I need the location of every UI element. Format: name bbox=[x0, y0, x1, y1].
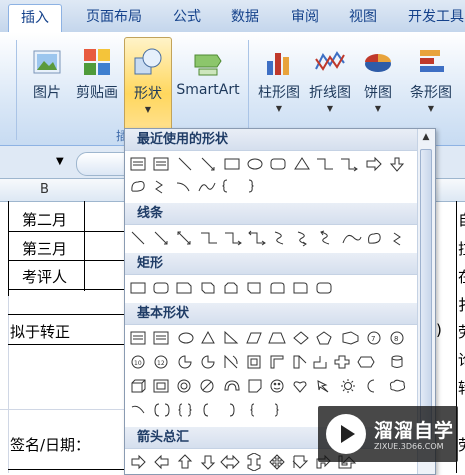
cell-right[interactable]: 自 bbox=[458, 209, 465, 230]
watermark-url: ZIXUE.3D66.COM bbox=[374, 442, 444, 451]
lines-row bbox=[129, 229, 419, 251]
shapes-button-label: 形状 bbox=[134, 86, 162, 102]
cell-border bbox=[8, 314, 128, 315]
picture-button-label: 图片 bbox=[33, 85, 61, 101]
column-chart-icon bbox=[267, 53, 289, 75]
clipart-button[interactable]: 剪贴画 bbox=[72, 37, 122, 132]
scroll-up-icon[interactable]: ▲ bbox=[420, 132, 432, 144]
line-chart-button[interactable]: 折线图 ▼ bbox=[306, 37, 354, 132]
cell-planned-confirmation[interactable]: 拟于转正 bbox=[10, 321, 70, 342]
basic-shapes-row: 7 8 bbox=[129, 329, 419, 351]
smartart-button[interactable]: SmartArt bbox=[174, 37, 242, 132]
smartart-icon bbox=[194, 54, 222, 76]
cell-border bbox=[8, 469, 128, 470]
cell-signature-date[interactable]: 签名/日期： bbox=[10, 434, 90, 455]
tab-data[interactable]: 数据 bbox=[222, 4, 268, 32]
cell-border bbox=[8, 201, 9, 296]
tab-formulas[interactable]: 公式 bbox=[164, 4, 210, 32]
picture-button[interactable]: 图片 bbox=[24, 37, 70, 132]
gridline bbox=[0, 409, 124, 410]
ribbon-tab-bar: 插入 页面布局 公式 数据 审阅 视图 开发工具 bbox=[0, 0, 465, 33]
recent-shapes-row bbox=[129, 177, 419, 199]
section-recent-shapes: 最近使用的形状 bbox=[125, 129, 417, 151]
cell-right[interactable]: 扌 bbox=[458, 294, 465, 315]
recent-shapes-row bbox=[129, 155, 419, 177]
cell-month-3[interactable]: 第三月 bbox=[22, 238, 67, 259]
rectangles-row bbox=[129, 279, 419, 301]
chevron-down-icon: ▼ bbox=[427, 104, 435, 113]
pie-chart-icon bbox=[365, 54, 391, 72]
chevron-down-icon: ▼ bbox=[326, 104, 334, 113]
cell-border bbox=[8, 344, 128, 345]
basic-shapes-row bbox=[129, 377, 419, 399]
shapes-button[interactable]: 形状 ▼ bbox=[124, 37, 172, 132]
section-basic-shapes: 基本形状 bbox=[125, 303, 417, 325]
cell-right[interactable]: 论 bbox=[458, 349, 465, 370]
clipart-button-label: 剪贴画 bbox=[76, 85, 118, 101]
section-rectangles: 矩形 bbox=[125, 253, 417, 275]
cell-month-2[interactable]: 第二月 bbox=[22, 209, 67, 230]
cell-right[interactable]: 拉 bbox=[458, 238, 465, 259]
watermark: 溜溜自学 ZIXUE.3D66.COM bbox=[318, 406, 458, 462]
line-chart-button-label: 折线图 bbox=[309, 85, 351, 101]
group-separator bbox=[16, 40, 17, 140]
tab-page-layout[interactable]: 页面布局 bbox=[76, 4, 152, 32]
cell-right[interactable]: 劳 bbox=[458, 434, 465, 455]
column-chart-button-label: 柱形图 bbox=[258, 85, 300, 101]
bar-chart-button[interactable]: 条形图 ▼ bbox=[404, 37, 458, 132]
chevron-down-icon: ▼ bbox=[275, 104, 283, 113]
cell-border bbox=[84, 201, 85, 291]
cell-right[interactable]: 在 bbox=[458, 266, 465, 287]
chevron-down-icon: ▼ bbox=[374, 104, 382, 113]
tab-insert[interactable]: 插入 bbox=[8, 4, 62, 33]
cell-paren: ) bbox=[436, 321, 442, 339]
svg-text:10: 10 bbox=[134, 360, 142, 367]
chevron-down-icon: ▼ bbox=[144, 105, 152, 114]
pie-chart-button[interactable]: 饼图 ▼ bbox=[356, 37, 400, 132]
clipart-icon bbox=[84, 49, 110, 75]
watermark-title: 溜溜自学 bbox=[374, 420, 455, 442]
pie-chart-button-label: 饼图 bbox=[364, 85, 392, 101]
column-chart-button[interactable]: 柱形图 ▼ bbox=[254, 37, 304, 132]
tab-view[interactable]: 视图 bbox=[340, 4, 386, 32]
cell-right[interactable]: 转 bbox=[458, 377, 465, 398]
shapes-icon bbox=[134, 48, 162, 75]
cell-evaluator[interactable]: 考评人 bbox=[22, 266, 67, 287]
section-lines: 线条 bbox=[125, 203, 417, 225]
cell-border bbox=[8, 289, 128, 290]
line-chart-icon bbox=[315, 51, 345, 71]
picture-icon bbox=[33, 50, 61, 74]
cell-border bbox=[8, 260, 128, 261]
watermark-logo bbox=[326, 414, 366, 454]
tab-developer[interactable]: 开发工具 bbox=[400, 4, 465, 32]
name-box-dropdown-icon[interactable]: ▼ bbox=[56, 156, 64, 167]
bar-chart-icon bbox=[420, 50, 444, 72]
cell-right[interactable]: 劳 bbox=[458, 321, 465, 342]
smartart-button-label: SmartArt bbox=[176, 82, 240, 98]
scroll-thumb[interactable] bbox=[420, 149, 432, 439]
svg-text:8: 8 bbox=[394, 335, 398, 343]
svg-text:12: 12 bbox=[157, 360, 165, 367]
svg-text:7: 7 bbox=[371, 335, 375, 343]
cell-border bbox=[8, 231, 128, 232]
basic-shapes-row: 10 12 bbox=[129, 353, 419, 375]
tab-review[interactable]: 审阅 bbox=[282, 4, 328, 32]
group-separator bbox=[248, 40, 249, 140]
column-header-b[interactable]: B bbox=[40, 182, 49, 197]
bar-chart-button-label: 条形图 bbox=[410, 85, 452, 101]
